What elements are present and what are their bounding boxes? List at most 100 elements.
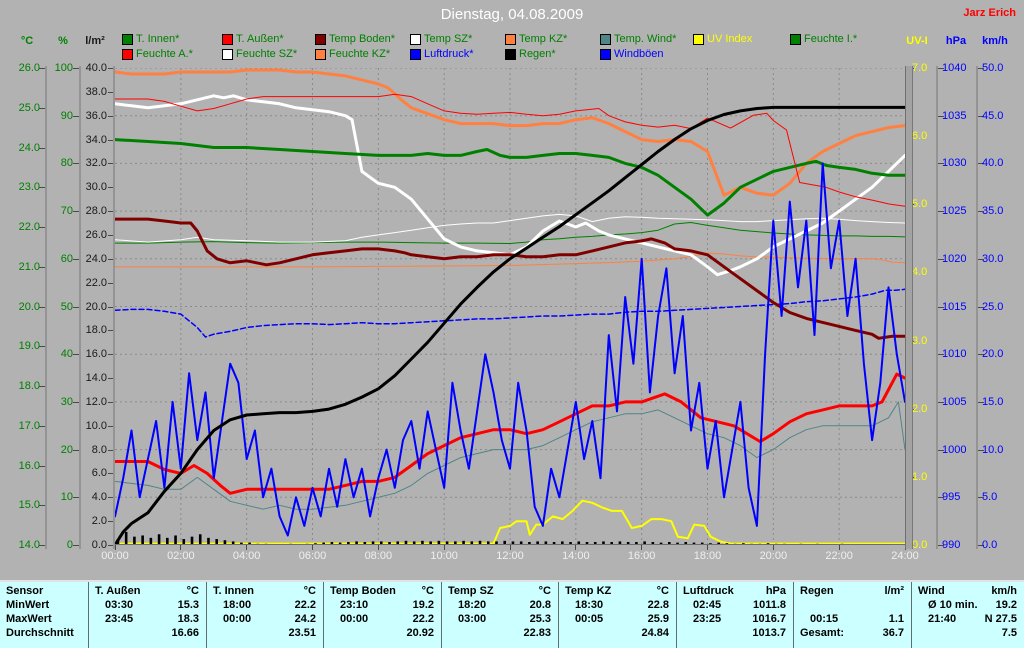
sensor-name: Temp SZ	[448, 585, 494, 597]
table-row: 00:00 24.2	[207, 613, 324, 627]
legend-item-label: Temp SZ*	[424, 33, 473, 45]
table-row: 03:00 25.3	[442, 613, 559, 627]
x-axis-label: 22:00	[825, 550, 853, 562]
table-column-header: T. Außen °C	[89, 585, 207, 599]
x-axis-label: 02:00	[167, 550, 195, 562]
table-row: 23:10 19.2	[324, 599, 442, 613]
cell-time: 00:05	[575, 613, 604, 625]
table-column-tauen: T. Außen °C 03:30 15.3 23:45 18.3 16.66	[88, 582, 207, 648]
x-axis-label: 08:00	[364, 550, 393, 562]
table-row: 00:05 25.9	[559, 613, 677, 627]
chart-plot	[115, 68, 905, 545]
cell-time: 21:40	[928, 613, 957, 625]
tick-label-windspeed-axis: 10.0	[982, 443, 1004, 456]
table-row-label: Sensor	[0, 585, 88, 599]
tick-label-rain-axis: 22.0	[85, 276, 107, 289]
tick-label-rain-axis: 20.0	[85, 300, 107, 313]
sensor-unit: °C	[421, 585, 434, 597]
table-column-header: Temp KZ °C	[559, 585, 677, 599]
tick-label-rain-axis: 6.0	[91, 467, 107, 480]
series-regen_intervall-bar	[198, 534, 202, 545]
tick-label-uv-axis: 6.0	[912, 130, 928, 143]
table-column-wind: Wind km/h Ø 10 min. 19.2 21:40 N 27.5 7.5	[911, 582, 1024, 648]
table-row: 00:15 1.1	[794, 613, 912, 627]
table-row-label-text: Durchschnitt	[6, 627, 74, 639]
cell-time: 03:00	[458, 613, 487, 625]
tick-label-uv-axis: 7.0	[912, 62, 928, 74]
tick-label-rain-axis: 0.0	[91, 539, 107, 551]
axis-header-rain-axis: l/m²	[85, 35, 105, 47]
x-axis-label: 20:00	[759, 550, 788, 562]
legend-swatch-icon	[315, 34, 326, 45]
table-row: 18:30 22.8	[559, 599, 677, 613]
sensor-name: Luftdruck	[683, 585, 734, 597]
cell-value: 1.1	[888, 613, 904, 625]
legend-item-label: Windböen	[614, 48, 664, 60]
legend-swatch-icon	[790, 34, 801, 45]
tick-label-rain-axis: 4.0	[91, 491, 107, 504]
cell-time: 18:30	[575, 599, 604, 611]
legend-item-label: T. Außen*	[236, 33, 284, 45]
tick-label-rain-axis: 8.0	[91, 443, 107, 456]
tick-label-rain-axis: 32.0	[85, 157, 107, 170]
table-row: 16.66	[89, 627, 207, 641]
cell-time: 23:25	[693, 613, 722, 625]
table-column-header: Luftdruck hPa	[677, 585, 794, 599]
cell-value: 23.51	[288, 627, 316, 639]
tick-label-pressure-axis: 990	[942, 539, 961, 551]
x-axis-label: 16:00	[627, 550, 656, 562]
sensor-name: T. Außen	[95, 585, 141, 597]
table-column-header: Regen l/m²	[794, 585, 912, 599]
author-name: Jarz Erich	[963, 7, 1016, 19]
sensor-name: T. Innen	[213, 585, 254, 597]
tick-label-uv-axis: 4.0	[912, 266, 928, 279]
cell-value: 20.8	[529, 599, 551, 611]
cell-time: 03:30	[105, 599, 134, 611]
series-regen_intervall-bar	[207, 537, 210, 545]
cell-value: 24.2	[294, 613, 316, 625]
table-column-tinnen: T. Innen °C 18:00 22.2 00:00 24.2 23.51	[206, 582, 324, 648]
tick-label-windspeed-axis: 0.0	[982, 539, 998, 551]
tick-label-rain-axis: 10.0	[85, 419, 107, 432]
tick-label-pressure-axis: 1005	[942, 395, 967, 408]
tick-label-windspeed-axis: 5.0	[982, 491, 998, 504]
tick-label-rain-axis: 36.0	[85, 109, 107, 122]
tick-label-rain-axis: 30.0	[85, 181, 107, 194]
bottom-strip	[0, 648, 1024, 653]
legend-swatch-icon	[122, 49, 133, 60]
cell-value: 22.2	[294, 599, 316, 611]
series-regen_intervall-bar	[157, 534, 161, 545]
cell-value: 22.2	[412, 613, 434, 625]
cell-time: 23:45	[105, 613, 134, 625]
sensor-unit: l/m²	[884, 585, 904, 597]
legend-swatch-icon	[505, 34, 516, 45]
legend-item-label: Feuchte KZ*	[329, 48, 391, 60]
table-column-tempsz: Temp SZ °C 18:20 20.8 03:00 25.3 22.83	[441, 582, 559, 648]
table-row: 18:20 20.8	[442, 599, 559, 613]
table-row: 1013.7	[677, 627, 794, 641]
sensor-unit: km/h	[991, 585, 1017, 597]
table-row: 02:45 1011.8	[677, 599, 794, 613]
cell-value: 16.66	[171, 627, 199, 639]
sensor-name: Wind	[918, 585, 945, 597]
x-axis-label: 04:00	[232, 550, 261, 562]
tick-label-rain-axis: 34.0	[85, 133, 107, 146]
cell-value: 15.3	[177, 599, 199, 611]
legend-item-label: T. Innen*	[136, 33, 180, 45]
table-row-label: MinWert	[0, 599, 88, 613]
tick-label-pressure-axis: 1025	[942, 205, 967, 218]
tick-label-rain-axis: 12.0	[85, 395, 107, 408]
legend-item-label: Temp KZ*	[519, 33, 568, 45]
table-row: 24.84	[559, 627, 677, 641]
tick-label-uv-axis: 3.0	[912, 334, 928, 347]
tick-label-windspeed-axis: 30.0	[982, 252, 1004, 265]
x-axis-label: 24:00	[891, 550, 919, 562]
cell-value: 24.84	[641, 627, 669, 639]
tick-label-rain-axis: 28.0	[85, 205, 107, 218]
tick-label-windspeed-axis: 15.0	[982, 395, 1004, 408]
weather-chart-window: Dienstag, 04.08.2009 Jarz Erich T. Innen…	[0, 0, 1024, 653]
axis-header-uv-axis: UV-I	[906, 35, 928, 47]
series-regen_intervall-bar	[190, 536, 194, 545]
table-column-header: Temp Boden °C	[324, 585, 442, 599]
tick-label-pressure-axis: 1000	[942, 443, 967, 456]
